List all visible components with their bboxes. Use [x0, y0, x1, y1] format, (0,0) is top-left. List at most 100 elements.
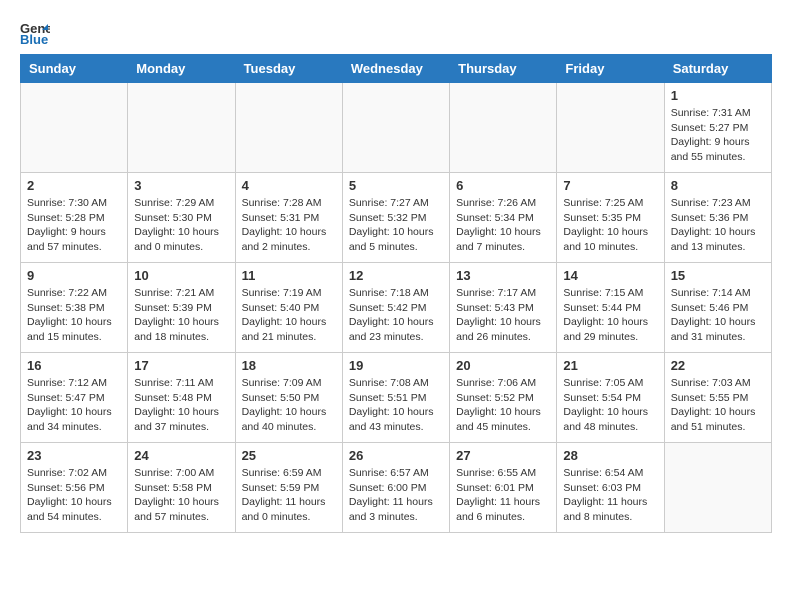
day-info: Sunrise: 7:29 AM Sunset: 5:30 PM Dayligh… — [134, 196, 228, 255]
day-info: Sunrise: 7:15 AM Sunset: 5:44 PM Dayligh… — [563, 286, 657, 345]
weekday-header-cell: Tuesday — [235, 55, 342, 83]
calendar-day-cell: 12 Sunrise: 7:18 AM Sunset: 5:42 PM Dayli… — [342, 263, 449, 353]
day-number: 17 — [134, 358, 228, 373]
calendar-day-cell: 17 Sunrise: 7:11 AM Sunset: 5:48 PM Dayli… — [128, 353, 235, 443]
calendar-day-cell — [342, 83, 449, 173]
svg-text:Blue: Blue — [20, 32, 48, 44]
day-info: Sunrise: 7:22 AM Sunset: 5:38 PM Dayligh… — [27, 286, 121, 345]
day-number: 24 — [134, 448, 228, 463]
weekday-header-cell: Monday — [128, 55, 235, 83]
weekday-header-cell: Friday — [557, 55, 664, 83]
logo: General Blue — [20, 20, 54, 44]
day-number: 27 — [456, 448, 550, 463]
calendar-table: SundayMondayTuesdayWednesdayThursdayFrid… — [20, 54, 772, 533]
day-info: Sunrise: 7:28 AM Sunset: 5:31 PM Dayligh… — [242, 196, 336, 255]
calendar-day-cell: 25 Sunrise: 6:59 AM Sunset: 5:59 PM Dayli… — [235, 443, 342, 533]
day-info: Sunrise: 6:54 AM Sunset: 6:03 PM Dayligh… — [563, 466, 657, 525]
day-info: Sunrise: 6:55 AM Sunset: 6:01 PM Dayligh… — [456, 466, 550, 525]
day-info: Sunrise: 7:05 AM Sunset: 5:54 PM Dayligh… — [563, 376, 657, 435]
day-number: 3 — [134, 178, 228, 193]
calendar-day-cell: 13 Sunrise: 7:17 AM Sunset: 5:43 PM Dayli… — [450, 263, 557, 353]
calendar-day-cell: 9 Sunrise: 7:22 AM Sunset: 5:38 PM Daylig… — [21, 263, 128, 353]
day-info: Sunrise: 7:14 AM Sunset: 5:46 PM Dayligh… — [671, 286, 765, 345]
calendar-week-row: 9 Sunrise: 7:22 AM Sunset: 5:38 PM Daylig… — [21, 263, 772, 353]
calendar-day-cell: 14 Sunrise: 7:15 AM Sunset: 5:44 PM Dayli… — [557, 263, 664, 353]
calendar-day-cell — [664, 443, 771, 533]
day-info: Sunrise: 7:26 AM Sunset: 5:34 PM Dayligh… — [456, 196, 550, 255]
calendar-day-cell: 19 Sunrise: 7:08 AM Sunset: 5:51 PM Dayli… — [342, 353, 449, 443]
day-number: 15 — [671, 268, 765, 283]
day-info: Sunrise: 7:00 AM Sunset: 5:58 PM Dayligh… — [134, 466, 228, 525]
calendar-week-row: 2 Sunrise: 7:30 AM Sunset: 5:28 PM Daylig… — [21, 173, 772, 263]
day-info: Sunrise: 7:21 AM Sunset: 5:39 PM Dayligh… — [134, 286, 228, 345]
day-number: 26 — [349, 448, 443, 463]
day-number: 2 — [27, 178, 121, 193]
calendar-day-cell: 6 Sunrise: 7:26 AM Sunset: 5:34 PM Daylig… — [450, 173, 557, 263]
weekday-header-cell: Sunday — [21, 55, 128, 83]
day-number: 23 — [27, 448, 121, 463]
day-number: 8 — [671, 178, 765, 193]
weekday-header-cell: Wednesday — [342, 55, 449, 83]
day-number: 14 — [563, 268, 657, 283]
day-info: Sunrise: 7:08 AM Sunset: 5:51 PM Dayligh… — [349, 376, 443, 435]
logo-icon: General Blue — [20, 20, 50, 44]
calendar-day-cell: 8 Sunrise: 7:23 AM Sunset: 5:36 PM Daylig… — [664, 173, 771, 263]
calendar-week-row: 23 Sunrise: 7:02 AM Sunset: 5:56 PM Dayli… — [21, 443, 772, 533]
calendar-day-cell: 5 Sunrise: 7:27 AM Sunset: 5:32 PM Daylig… — [342, 173, 449, 263]
day-number: 10 — [134, 268, 228, 283]
day-info: Sunrise: 7:19 AM Sunset: 5:40 PM Dayligh… — [242, 286, 336, 345]
calendar-day-cell — [450, 83, 557, 173]
day-info: Sunrise: 7:03 AM Sunset: 5:55 PM Dayligh… — [671, 376, 765, 435]
day-number: 28 — [563, 448, 657, 463]
calendar-day-cell — [21, 83, 128, 173]
day-info: Sunrise: 7:30 AM Sunset: 5:28 PM Dayligh… — [27, 196, 121, 255]
calendar-day-cell — [235, 83, 342, 173]
day-number: 5 — [349, 178, 443, 193]
calendar-day-cell: 16Sunrise: 7:12 AM Sunset: 5:47 PM Dayli… — [21, 353, 128, 443]
day-info: Sunrise: 7:27 AM Sunset: 5:32 PM Dayligh… — [349, 196, 443, 255]
calendar-day-cell: 11 Sunrise: 7:19 AM Sunset: 5:40 PM Dayli… — [235, 263, 342, 353]
day-info: Sunrise: 7:06 AM Sunset: 5:52 PM Dayligh… — [456, 376, 550, 435]
day-number: 20 — [456, 358, 550, 373]
day-info: Sunrise: 7:17 AM Sunset: 5:43 PM Dayligh… — [456, 286, 550, 345]
day-number: 16 — [27, 358, 121, 373]
day-number: 11 — [242, 268, 336, 283]
day-number: 4 — [242, 178, 336, 193]
day-number: 25 — [242, 448, 336, 463]
day-info: Sunrise: 7:31 AM Sunset: 5:27 PM Dayligh… — [671, 106, 765, 165]
day-number: 1 — [671, 88, 765, 103]
calendar-body: 1 Sunrise: 7:31 AM Sunset: 5:27 PM Daylig… — [21, 83, 772, 533]
day-info: Sunrise: 7:25 AM Sunset: 5:35 PM Dayligh… — [563, 196, 657, 255]
day-info: Sunrise: 7:23 AM Sunset: 5:36 PM Dayligh… — [671, 196, 765, 255]
day-number: 13 — [456, 268, 550, 283]
calendar-day-cell: 28 Sunrise: 6:54 AM Sunset: 6:03 PM Dayli… — [557, 443, 664, 533]
day-info: Sunrise: 6:59 AM Sunset: 5:59 PM Dayligh… — [242, 466, 336, 525]
calendar-week-row: 1 Sunrise: 7:31 AM Sunset: 5:27 PM Daylig… — [21, 83, 772, 173]
day-number: 12 — [349, 268, 443, 283]
day-number: 18 — [242, 358, 336, 373]
calendar-day-cell: 24 Sunrise: 7:00 AM Sunset: 5:58 PM Dayli… — [128, 443, 235, 533]
calendar-day-cell: 3 Sunrise: 7:29 AM Sunset: 5:30 PM Daylig… — [128, 173, 235, 263]
calendar-day-cell: 20 Sunrise: 7:06 AM Sunset: 5:52 PM Dayli… — [450, 353, 557, 443]
day-number: 19 — [349, 358, 443, 373]
day-info: Sunrise: 7:11 AM Sunset: 5:48 PM Dayligh… — [134, 376, 228, 435]
calendar-day-cell: 22 Sunrise: 7:03 AM Sunset: 5:55 PM Dayli… — [664, 353, 771, 443]
day-number: 9 — [27, 268, 121, 283]
day-number: 6 — [456, 178, 550, 193]
calendar-day-cell: 10 Sunrise: 7:21 AM Sunset: 5:39 PM Dayli… — [128, 263, 235, 353]
day-number: 22 — [671, 358, 765, 373]
calendar-day-cell: 15 Sunrise: 7:14 AM Sunset: 5:46 PM Dayli… — [664, 263, 771, 353]
day-number: 7 — [563, 178, 657, 193]
day-info: Sunrise: 7:18 AM Sunset: 5:42 PM Dayligh… — [349, 286, 443, 345]
calendar-day-cell: 4 Sunrise: 7:28 AM Sunset: 5:31 PM Daylig… — [235, 173, 342, 263]
day-number: 21 — [563, 358, 657, 373]
calendar-week-row: 16Sunrise: 7:12 AM Sunset: 5:47 PM Dayli… — [21, 353, 772, 443]
calendar-day-cell: 2 Sunrise: 7:30 AM Sunset: 5:28 PM Daylig… — [21, 173, 128, 263]
calendar-day-cell: 18Sunrise: 7:09 AM Sunset: 5:50 PM Dayli… — [235, 353, 342, 443]
calendar-day-cell — [128, 83, 235, 173]
header: General Blue — [20, 20, 772, 44]
day-info: Sunrise: 6:57 AM Sunset: 6:00 PM Dayligh… — [349, 466, 443, 525]
day-info: Sunrise: 7:02 AM Sunset: 5:56 PM Dayligh… — [27, 466, 121, 525]
calendar-day-cell: 23 Sunrise: 7:02 AM Sunset: 5:56 PM Dayli… — [21, 443, 128, 533]
calendar-day-cell: 21 Sunrise: 7:05 AM Sunset: 5:54 PM Dayli… — [557, 353, 664, 443]
